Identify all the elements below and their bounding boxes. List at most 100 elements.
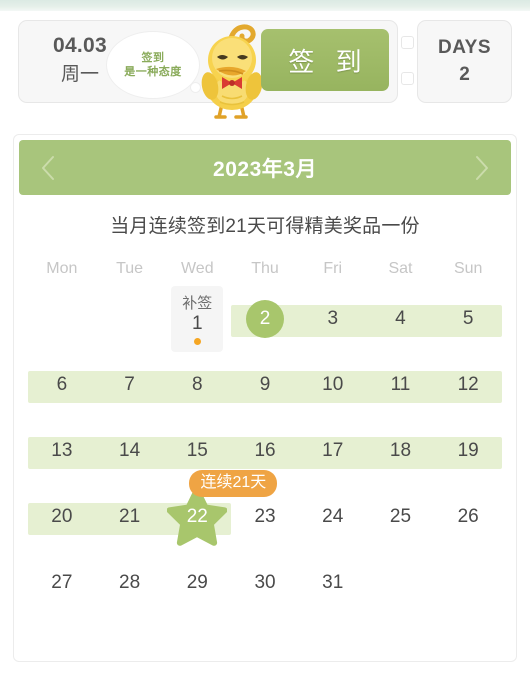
ticket-perforation-bottom: [401, 72, 414, 85]
calendar-day-cell[interactable]: 3: [299, 286, 367, 352]
calendar-day-number: 2: [259, 308, 271, 329]
calendar-day-cell[interactable]: 6: [28, 352, 96, 418]
calendar-day-cell[interactable]: 29: [163, 550, 231, 616]
calendar-day-cell[interactable]: 7: [96, 352, 164, 418]
calendar-weeks: 补签 1 2 3 4 5 6 7 8 9 10 11 12 13 14 15 16 17 18 19 20 21 连续21天…: [14, 286, 516, 616]
weekday-label-wed: Wed: [180, 260, 214, 277]
calendar-day-cell[interactable]: 24: [299, 484, 367, 550]
calendar-title: 2023年3月: [213, 157, 317, 181]
calendar-day-cell[interactable]: 2: [231, 286, 299, 352]
calendar-week-cells: 27 28 29 30 31: [28, 550, 502, 616]
calendar-day-cell[interactable]: 5: [434, 286, 502, 352]
calendar-day-cell[interactable]: 10: [299, 352, 367, 418]
calendar-day-number: 26: [457, 506, 479, 527]
calendar-day-number: 9: [259, 374, 271, 395]
calendar-day-number: 13: [51, 440, 73, 461]
calendar-day-number: 19: [457, 440, 479, 461]
calendar-day-number: 15: [186, 440, 208, 461]
makeup-signin-content: 补签 1: [182, 286, 212, 352]
calendar-day-number: 7: [124, 374, 135, 395]
calendar-day-cell[interactable]: 26: [434, 484, 502, 550]
signin-button[interactable]: 签 到: [261, 29, 389, 91]
calendar-day-number: 23: [254, 506, 276, 527]
calendar-card: 2023年3月 当月连续签到21天可得精美奖品一份 Mon Tue Wed Thu Fr…: [13, 134, 517, 662]
calendar-day-number: 11: [390, 374, 411, 395]
calendar-day-number: 8: [192, 374, 203, 395]
weekday-label-thu: Thu: [251, 260, 279, 277]
calendar-day-number: 21: [119, 506, 141, 527]
calendar-day-number: 28: [119, 572, 141, 593]
streak-reward-badge: 连续21天: [189, 470, 278, 497]
makeup-status-dot: [193, 337, 201, 345]
calendar-day-cell[interactable]: 9: [231, 352, 299, 418]
calendar-day-cell[interactable]: 27: [28, 550, 96, 616]
calendar-day-number: 31: [322, 572, 344, 593]
calendar-day-number: 6: [56, 374, 68, 395]
calendar-day-number: 18: [389, 440, 412, 461]
calendar-week-row: 20 21 连续21天 22 23 24 25 26: [28, 470, 502, 550]
calendar-day-cell[interactable]: 补签 1: [163, 286, 231, 352]
calendar-day-number: 14: [119, 440, 141, 461]
calendar-week-cells: 补签 1 2 3 4 5: [28, 286, 502, 352]
calendar-subtitle: 当月连续签到21天可得精美奖品一份: [110, 216, 420, 237]
calendar-day-cell[interactable]: 25: [367, 484, 435, 550]
weekday-label-sun: Sun: [453, 260, 483, 277]
speech-bubble-line2: 是一种态度: [124, 66, 182, 78]
chevron-left-icon: [42, 155, 54, 180]
calendar-day-number: 16: [254, 440, 276, 461]
days-counter-card: DAYS 2: [417, 20, 512, 103]
calendar-week-row: 6 7 8 9 10 11 12: [28, 352, 502, 418]
calendar-day-number: 17: [322, 440, 344, 461]
calendar-day-cell[interactable]: 13: [28, 418, 96, 484]
calendar-day-cell[interactable]: 11: [367, 352, 435, 418]
calendar-day-cell[interactable]: 21: [96, 484, 164, 550]
calendar-week-row: 补签 1 2 3 4 5: [28, 286, 502, 352]
calendar-day-number: 1: [192, 312, 203, 334]
calendar-day-cell[interactable]: 19: [434, 418, 502, 484]
calendar-day-number: 29: [186, 572, 208, 593]
calendar-day-number: 5: [462, 308, 474, 329]
calendar-day-number: 3: [327, 308, 339, 329]
checkin-ticket-bar: 04.03 周一 签到 是一种态度 签 到 DAYS 2: [18, 20, 512, 119]
weekday-label-sat: Sat: [388, 260, 413, 277]
days-label: DAYS: [437, 36, 492, 58]
ticket-perforation-top: [401, 36, 414, 49]
calendar-day-cell[interactable]: 28: [96, 550, 164, 616]
calendar-day-number: 20: [51, 506, 73, 527]
weekday-label-tue: Tue: [116, 260, 144, 277]
calendar-day-cell[interactable]: 8: [163, 352, 231, 418]
calendar-cell-empty: [434, 550, 502, 616]
top-accent-strip: [0, 0, 530, 11]
makeup-label: 补签: [182, 294, 213, 312]
calendar-day-cell[interactable]: 连续21天 22: [163, 470, 278, 550]
calendar-day-cell[interactable]: 12: [434, 352, 502, 418]
calendar-day-number: 4: [395, 308, 406, 329]
calendar-day-cell[interactable]: 31: [299, 550, 367, 616]
chevron-right-icon: [476, 155, 488, 180]
calendar-day-number: 22: [186, 506, 208, 527]
calendar-day-number: 27: [51, 572, 73, 593]
calendar-day-cell[interactable]: 14: [96, 418, 164, 484]
calendar-cell-empty: [96, 286, 164, 352]
calendar-week-cells: 6 7 8 9 10 11 12: [28, 352, 502, 418]
calendar-day-number: 12: [457, 374, 479, 395]
calendar-day-cell[interactable]: 30: [231, 550, 299, 616]
calendar-day-number: 25: [389, 506, 412, 527]
calendar-day-number: 24: [322, 506, 344, 527]
days-value: 2: [459, 63, 470, 85]
speech-bubble-line1: 签到: [141, 52, 165, 64]
next-month-button[interactable]: [459, 140, 505, 195]
calendar-day-cell[interactable]: 20: [28, 484, 96, 550]
calendar-day-number: 10: [322, 374, 344, 395]
weekday-label-fri: Fri: [323, 260, 343, 277]
calendar-day-cell[interactable]: 18: [367, 418, 435, 484]
calendar-day-cell[interactable]: 17: [299, 418, 367, 484]
calendar-day-cell[interactable]: 4: [367, 286, 435, 352]
calendar-cell-empty: [28, 286, 96, 352]
prev-month-button[interactable]: [25, 140, 71, 195]
calendar-day-number: 30: [254, 572, 276, 593]
weekday-label-mon: Mon: [46, 260, 78, 277]
calendar-header: 2023年3月: [19, 140, 511, 195]
calendar-week-cells: 20 21 连续21天 22 23 24 25 26: [28, 470, 502, 550]
calendar-cell-empty: [367, 550, 435, 616]
